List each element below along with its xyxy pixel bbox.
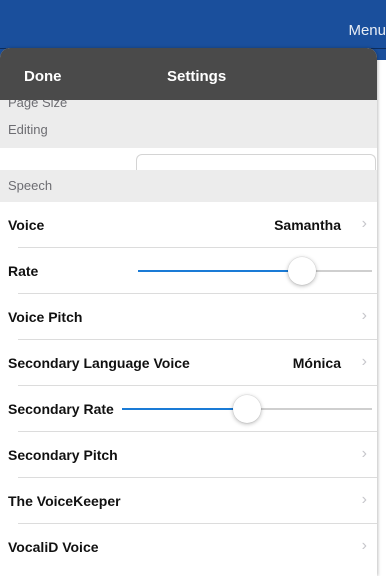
- secondary-pitch-row[interactable]: Secondary Pitch ›: [0, 432, 377, 478]
- rate-slider[interactable]: [138, 257, 372, 285]
- page-title: Settings: [167, 68, 227, 85]
- menu-button[interactable]: Menu: [348, 22, 386, 39]
- row-label: VocaliD Voice: [8, 539, 99, 555]
- row-value: Mónica: [292, 355, 341, 371]
- secondary-language-voice-row[interactable]: Secondary Language Voice Mónica ›: [0, 340, 377, 386]
- done-button[interactable]: Done: [24, 68, 62, 85]
- settings-nav-bar: Done Settings: [0, 48, 377, 100]
- editing-field[interactable]: [136, 154, 376, 170]
- chevron-right-icon: ›: [361, 537, 367, 554]
- section-header-editing: Editing: [0, 112, 377, 148]
- voice-row[interactable]: Voice Samantha ›: [0, 202, 377, 248]
- row-label: Rate: [8, 263, 39, 279]
- secondary-rate-row: Secondary Rate: [0, 386, 377, 432]
- settings-panel: Done Settings Page Size Editing Speech V…: [0, 48, 377, 576]
- slider-thumb[interactable]: [233, 395, 261, 423]
- row-label: Secondary Rate: [8, 401, 114, 417]
- voicekeeper-row[interactable]: The VoiceKeeper ›: [0, 478, 377, 524]
- rate-row: Rate: [0, 248, 377, 294]
- vocalid-voice-row[interactable]: VocaliD Voice ›: [0, 524, 377, 570]
- chevron-right-icon: ›: [361, 445, 367, 462]
- chevron-right-icon: ›: [361, 353, 367, 370]
- row-value: Samantha: [274, 217, 341, 233]
- row-label: The VoiceKeeper: [8, 493, 121, 509]
- section-header-page-size: Page Size: [0, 100, 377, 112]
- slider-fill: [122, 408, 247, 410]
- chevron-right-icon: ›: [361, 491, 367, 508]
- row-label: Secondary Language Voice: [8, 355, 190, 371]
- slider-thumb[interactable]: [288, 257, 316, 285]
- voice-pitch-row[interactable]: Voice Pitch ›: [0, 294, 377, 340]
- chevron-right-icon: ›: [361, 307, 367, 324]
- secondary-rate-slider[interactable]: [122, 395, 372, 423]
- slider-fill: [138, 270, 302, 272]
- section-header-label: Page Size: [8, 100, 68, 110]
- row-label: Voice Pitch: [8, 309, 83, 325]
- row-label: Secondary Pitch: [8, 447, 118, 463]
- section-header-speech: Speech: [0, 170, 377, 202]
- chevron-right-icon: ›: [361, 215, 367, 232]
- row-label: Voice: [8, 217, 45, 233]
